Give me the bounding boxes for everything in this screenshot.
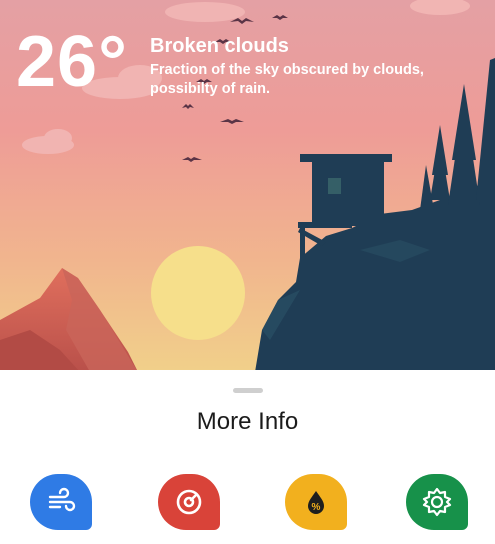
pressure-icon bbox=[176, 489, 202, 515]
weather-screen: 26° Broken clouds Fraction of the sky ob… bbox=[0, 0, 495, 544]
wind-icon bbox=[48, 487, 76, 512]
wind-button[interactable] bbox=[30, 474, 92, 530]
humidity-icon: % bbox=[308, 491, 324, 514]
sun-shape bbox=[151, 246, 245, 340]
sheet-title: More Info bbox=[196, 408, 299, 435]
more-info-sheet[interactable]: More Info % bbox=[0, 370, 495, 544]
weather-hero-illustration: 26° Broken clouds Fraction of the sky ob… bbox=[0, 0, 495, 372]
condition-title: Broken clouds bbox=[150, 35, 289, 57]
temperature-value: 26° bbox=[16, 22, 128, 102]
pressure-button[interactable] bbox=[158, 474, 220, 530]
condition-description: Fraction of the sky obscured by clouds, … bbox=[150, 62, 424, 98]
svg-text:%: % bbox=[312, 502, 321, 513]
uv-sun-icon bbox=[422, 487, 452, 517]
sheet-drag-handle[interactable] bbox=[233, 388, 263, 393]
humidity-button[interactable]: % bbox=[285, 474, 347, 530]
uv-button[interactable] bbox=[406, 474, 468, 530]
